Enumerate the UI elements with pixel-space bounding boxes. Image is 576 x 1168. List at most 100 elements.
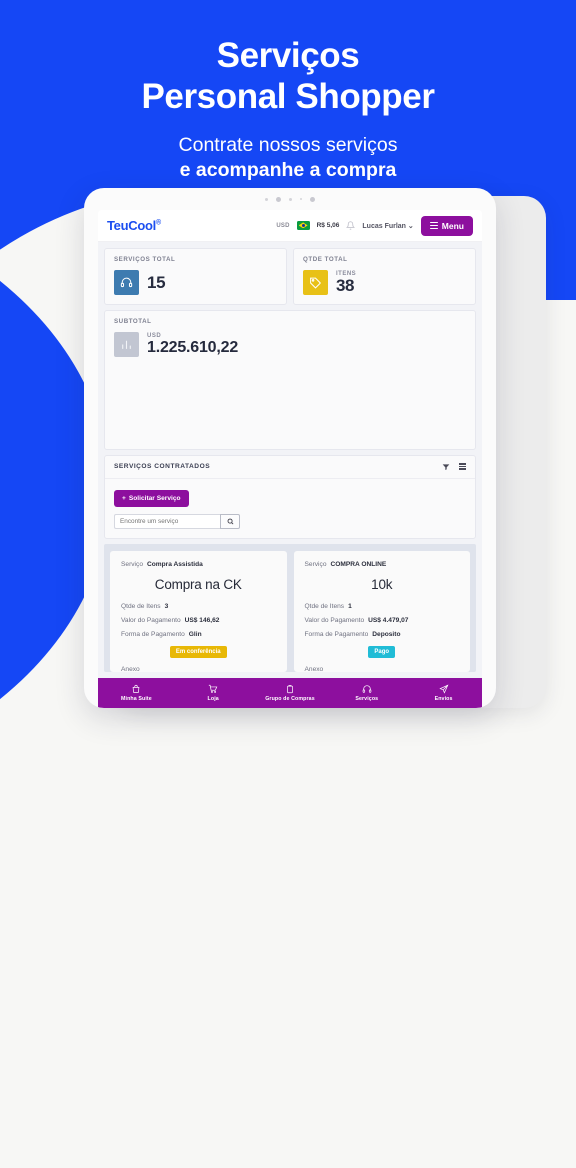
service-type: Compra Assistida — [147, 560, 203, 568]
service-payment-line: Valor do Pagamento US$ 4.479,07 — [305, 617, 460, 624]
paper-plane-icon — [438, 684, 449, 694]
nav-item-minha-suite[interactable]: Minha Suite — [98, 684, 175, 702]
subtotal-row: USD 1.225.610,22 — [114, 332, 466, 357]
filter-icon[interactable] — [442, 463, 450, 471]
method-label: Forma de Pagamento — [121, 630, 185, 638]
bottom-navigation: Minha Suite Loja Grupo de Compras Serviç… — [98, 678, 482, 708]
items-value: 1 — [348, 602, 352, 610]
service-type-line: Serviço Compra Assistida — [121, 561, 276, 568]
header-right-group: USD R$ 5,06 Lucas Furlan ⌄ Menu — [276, 215, 473, 236]
brazil-flag-icon — [296, 221, 310, 230]
method-value: Glin — [188, 630, 202, 638]
service-label: Serviço — [304, 560, 327, 568]
items-label: Qtde de Itens — [121, 602, 161, 610]
hero-section: Serviços Personal Shopper Contrate nosso… — [0, 36, 576, 182]
chevron-down-icon: ⌄ — [407, 222, 414, 230]
payment-value: US$ 146,62 — [184, 616, 220, 624]
bag-icon — [131, 684, 141, 694]
service-method-line: Forma de Pagamento Deposito — [305, 631, 460, 638]
service-method-line: Forma de Pagamento Glin — [121, 631, 276, 638]
services-panel-actions — [442, 463, 466, 471]
stat-card-qtde-total: QTDE TOTAL ITENS 38 — [293, 248, 476, 305]
stat-value: 15 — [147, 272, 166, 292]
stat-title: SERVIÇOS TOTAL — [114, 256, 176, 263]
services-panel-tools: + Solicitar Serviço — [105, 479, 475, 538]
hamburger-icon — [429, 221, 438, 230]
bell-icon[interactable] — [346, 221, 356, 230]
nav-item-loja[interactable]: Loja — [175, 684, 252, 702]
request-service-label: Solicitar Serviço — [128, 494, 181, 502]
services-panel-title: SERVIÇOS CONTRATADOS — [114, 463, 211, 470]
service-card[interactable]: Serviço COMPRA ONLINE 10k Qtde de Itens 1 … — [293, 550, 470, 673]
services-panel: SERVIÇOS CONTRATADOS + Solicitar Serviço… — [104, 454, 476, 539]
hero-subtitle-line-1: Contrate nossos serviços — [178, 134, 398, 157]
list-view-icon[interactable] — [459, 463, 466, 470]
stat-value: 38 — [336, 275, 355, 295]
currency-label: USD — [276, 222, 290, 229]
items-label: Qtde de Itens — [304, 602, 345, 610]
nav-item-servicos[interactable]: Serviços — [328, 684, 405, 702]
tablet-device: TeuCool® USD R$ 5,06 Lucas Furlan ⌄ Menu… — [84, 188, 496, 708]
payment-value: US$ 4.479,07 — [368, 616, 409, 624]
service-type-line: Serviço COMPRA ONLINE — [305, 561, 460, 568]
app-header: TeuCool® USD R$ 5,06 Lucas Furlan ⌄ Menu — [98, 210, 482, 242]
method-value: Deposito — [372, 630, 401, 638]
nav-label: Minha Suite — [120, 695, 152, 702]
app-logo-text: TeuCool — [107, 218, 156, 233]
headset-icon — [362, 684, 372, 694]
tag-icon — [303, 270, 328, 295]
headset-icon — [114, 270, 139, 295]
nav-label: Serviços — [355, 695, 379, 702]
menu-button-label: Menu — [441, 220, 464, 231]
payment-label: Valor do Pagamento — [304, 616, 365, 624]
subtotal-value: 1.225.610,22 — [147, 338, 239, 356]
user-name: Lucas Furlan — [362, 222, 406, 230]
service-name: Compra na CK — [154, 576, 242, 592]
app-screen: TeuCool® USD R$ 5,06 Lucas Furlan ⌄ Menu… — [98, 210, 482, 708]
nav-item-envios[interactable]: Envios — [405, 684, 482, 702]
items-value: 3 — [164, 602, 169, 610]
nav-label: Grupo de Compras — [265, 695, 315, 702]
request-service-button[interactable]: + Solicitar Serviço — [114, 489, 189, 507]
attachment-label: Anexo — [121, 665, 140, 673]
hero-title-line-2: Personal Shopper — [141, 76, 435, 116]
service-name: 10k — [371, 576, 393, 592]
nav-item-grupo-de-compras[interactable]: Grupo de Compras — [252, 684, 329, 702]
attachment-label: Anexo — [304, 665, 324, 673]
search-input[interactable] — [114, 513, 220, 529]
search-button[interactable] — [220, 513, 240, 529]
user-menu[interactable]: Lucas Furlan ⌄ — [362, 222, 413, 230]
device-sensor-dots — [84, 188, 496, 210]
cart-icon — [208, 684, 218, 694]
subtotal-value-group: USD 1.225.610,22 — [147, 333, 238, 357]
dashboard-body: SERVIÇOS TOTAL 15 QTDE TOTAL ITENS 38 SU… — [98, 242, 482, 678]
services-panel-header: SERVIÇOS CONTRATADOS — [105, 456, 475, 479]
plus-icon: + — [122, 494, 126, 502]
subtotal-title: SUBTOTAL — [114, 318, 152, 325]
stat-row: ITENS 38 — [303, 270, 466, 295]
registered-mark: ® — [155, 219, 161, 227]
service-type: COMPRA ONLINE — [330, 560, 387, 568]
status-badge: Em conferência — [169, 645, 227, 658]
method-label: Forma de Pagamento — [304, 630, 369, 638]
stat-card-servicos-total: SERVIÇOS TOTAL 15 — [104, 248, 287, 305]
service-card[interactable]: Serviço Compra Assistida Compra na CK Qtd… — [110, 550, 287, 673]
service-items-line: Qtde de Itens 3 — [121, 603, 276, 610]
menu-button[interactable]: Menu — [420, 215, 473, 236]
service-items-line: Qtde de Itens 1 — [305, 603, 460, 610]
service-search — [114, 513, 466, 529]
nav-label: Envios — [434, 695, 453, 702]
stat-value-group: ITENS 38 — [336, 271, 356, 295]
page-title: Serviços Personal Shopper — [0, 36, 576, 117]
app-logo[interactable]: TeuCool® — [107, 218, 161, 233]
currency-rate: R$ 5,06 — [316, 222, 340, 229]
payment-label: Valor do Pagamento — [121, 616, 181, 624]
hero-subtitle-line-2: e acompanhe a compra — [179, 158, 397, 181]
service-payment-line: Valor do Pagamento US$ 146,62 — [121, 617, 276, 624]
clipboard-bag-icon — [285, 684, 295, 694]
service-label: Serviço — [121, 560, 143, 568]
chart-bar-icon — [114, 332, 139, 357]
stat-row: 15 — [114, 270, 277, 295]
stat-title: QTDE TOTAL — [303, 256, 348, 263]
hero-title-line-1: Serviços — [216, 36, 360, 75]
